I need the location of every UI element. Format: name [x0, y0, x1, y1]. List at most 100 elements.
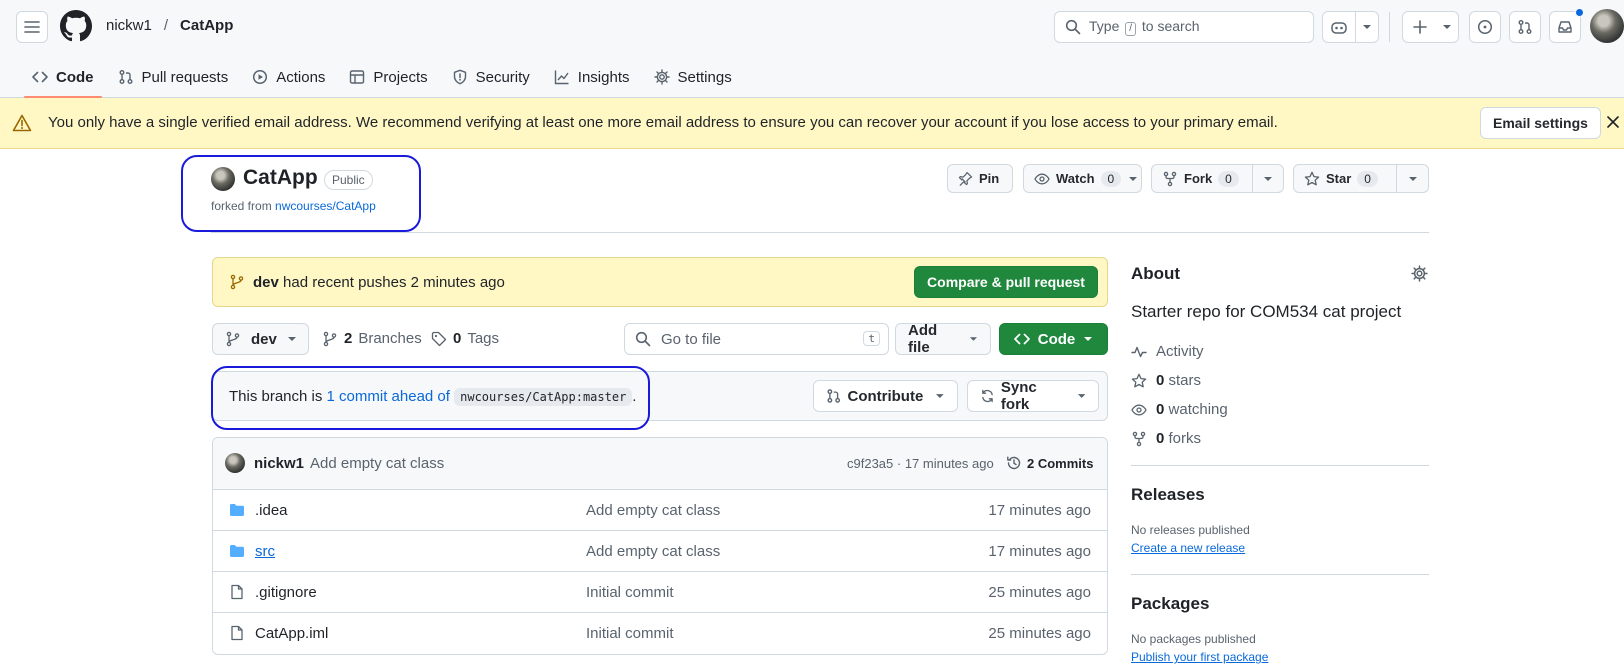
about-heading: About	[1131, 264, 1181, 283]
file-name[interactable]: CatApp.iml	[255, 625, 328, 642]
search-placeholder: Type / to search	[1089, 18, 1200, 36]
tags-link[interactable]: 0 Tags	[431, 330, 499, 347]
play-icon	[253, 69, 268, 85]
github-logo-icon[interactable]	[60, 10, 92, 42]
file-name[interactable]: .gitignore	[255, 584, 317, 601]
repo-link[interactable]: CatApp	[180, 17, 233, 34]
file-commit-message[interactable]: Initial commit	[586, 625, 674, 642]
close-icon[interactable]	[1607, 116, 1619, 128]
packages-empty-text: No packages published	[1131, 632, 1256, 646]
compare-pull-request-button[interactable]: Compare & pull request	[914, 266, 1098, 298]
search-input[interactable]: Type / to search	[1054, 11, 1314, 43]
add-file-label: Add file	[908, 322, 938, 356]
issues-button[interactable]	[1469, 11, 1501, 43]
repo-description: Starter repo for COM534 cat project	[1131, 302, 1402, 321]
file-commit-message[interactable]: Add empty cat class	[586, 502, 720, 519]
chevron-down-icon	[1263, 176, 1272, 181]
eye-icon	[1131, 404, 1147, 415]
create-new-button[interactable]	[1402, 11, 1459, 43]
contribute-button[interactable]: Contribute	[813, 380, 958, 412]
file-row[interactable]: .idea Add empty cat class 17 minutes ago	[213, 490, 1107, 531]
watching-link[interactable]: 0 watching	[1131, 401, 1228, 418]
inbox-icon	[1558, 21, 1572, 33]
commit-hash-time[interactable]: c9f23a5 · 17 minutes ago	[847, 456, 994, 471]
file-commit-message[interactable]: Add empty cat class	[586, 543, 720, 560]
tab-label: Settings	[677, 68, 732, 86]
packages-heading[interactable]: Packages	[1131, 594, 1209, 614]
file-age: 17 minutes ago	[988, 543, 1091, 560]
forked-from-link[interactable]: nwcourses/CatApp	[275, 199, 376, 213]
sync-fork-button[interactable]: Sync fork	[967, 379, 1099, 413]
chevron-down-icon	[1077, 394, 1086, 398]
fork-button[interactable]: Fork 0	[1151, 164, 1284, 193]
file-row[interactable]: src Add empty cat class 17 minutes ago	[213, 531, 1107, 572]
pin-button[interactable]: Pin	[947, 164, 1013, 193]
sync-icon	[982, 389, 993, 403]
repo-owner-avatar	[211, 167, 235, 191]
commit-message[interactable]: Add empty cat class	[310, 455, 444, 472]
releases-heading[interactable]: Releases	[1131, 485, 1205, 505]
tab-insights[interactable]: Insights	[542, 60, 642, 94]
copilot-button[interactable]	[1322, 11, 1379, 43]
file-name[interactable]: .idea	[255, 502, 288, 519]
code-button[interactable]: Code	[999, 323, 1108, 355]
menu-button[interactable]	[16, 11, 48, 43]
email-settings-button[interactable]: Email settings	[1480, 107, 1601, 139]
tab-security[interactable]: Security	[440, 60, 542, 94]
activity-link[interactable]: Activity	[1131, 343, 1204, 360]
add-file-button[interactable]: Add file	[895, 322, 991, 356]
tab-settings[interactable]: Settings	[642, 60, 744, 94]
branches-link[interactable]: 2 Branches	[322, 330, 422, 347]
tab-code[interactable]: Code	[20, 60, 106, 98]
stars-link[interactable]: 0 stars	[1131, 372, 1201, 389]
tab-pull-requests[interactable]: Pull requests	[106, 60, 241, 94]
go-to-file-input[interactable]: Go to file t	[624, 323, 889, 355]
commit-author[interactable]: nickw1	[254, 455, 304, 472]
tab-actions[interactable]: Actions	[240, 60, 337, 94]
star-icon	[1131, 373, 1147, 387]
pull-request-icon	[119, 70, 132, 84]
visibility-badge: Public	[324, 170, 373, 190]
file-age: 25 minutes ago	[988, 584, 1091, 601]
releases-empty-text: No releases published	[1131, 523, 1250, 537]
tab-label: Projects	[373, 68, 428, 86]
pin-label: Pin	[979, 171, 1000, 186]
fork-icon	[1163, 171, 1177, 186]
stars-label: stars	[1168, 372, 1202, 389]
branch-selector[interactable]: dev	[212, 323, 309, 355]
tab-label: Code	[56, 68, 94, 86]
repo-title[interactable]: CatApp	[243, 166, 318, 190]
user-avatar[interactable]	[1590, 9, 1624, 43]
create-release-link[interactable]: Create a new release	[1131, 541, 1245, 555]
email-warning-banner: You only have a single verified email ad…	[0, 98, 1624, 149]
tab-projects[interactable]: Projects	[337, 60, 439, 94]
publish-package-link[interactable]: Publish your first package	[1131, 650, 1268, 664]
file-row[interactable]: CatApp.iml Initial commit 25 minutes ago	[213, 613, 1107, 654]
file-row[interactable]: .gitignore Initial commit 25 minutes ago	[213, 572, 1107, 613]
search-icon	[1065, 19, 1081, 35]
tags-label: Tags	[467, 330, 500, 347]
pull-requests-button[interactable]	[1509, 11, 1541, 43]
file-name[interactable]: src	[255, 543, 275, 560]
recent-push-banner: dev had recent pushes 2 minutes ago Comp…	[212, 257, 1108, 307]
forked-prefix: forked from	[211, 199, 272, 213]
folder-icon	[230, 504, 244, 516]
owner-link[interactable]: nickw1	[106, 17, 152, 34]
issue-icon	[1477, 19, 1493, 35]
breadcrumb-separator: /	[163, 17, 169, 34]
star-button[interactable]: Star 0	[1293, 164, 1429, 193]
file-age: 25 minutes ago	[988, 625, 1091, 642]
eye-icon	[1034, 173, 1050, 184]
latest-commit-header: nickw1 Add empty cat class c9f23a5 · 17 …	[213, 438, 1107, 490]
watch-button[interactable]: Watch 0	[1023, 164, 1142, 193]
notification-dot	[1575, 8, 1584, 17]
watch-label: Watch	[1056, 171, 1095, 186]
commits-history-link[interactable]: 2 Commits	[1006, 455, 1093, 471]
chevron-down-icon	[969, 337, 978, 341]
folder-icon	[230, 545, 244, 557]
file-commit-message[interactable]: Initial commit	[586, 584, 674, 601]
forks-link[interactable]: 0 forks	[1131, 430, 1201, 447]
gear-icon[interactable]	[1411, 265, 1428, 282]
watch-count: 0	[1100, 170, 1122, 187]
chevron-down-icon	[1084, 337, 1093, 341]
